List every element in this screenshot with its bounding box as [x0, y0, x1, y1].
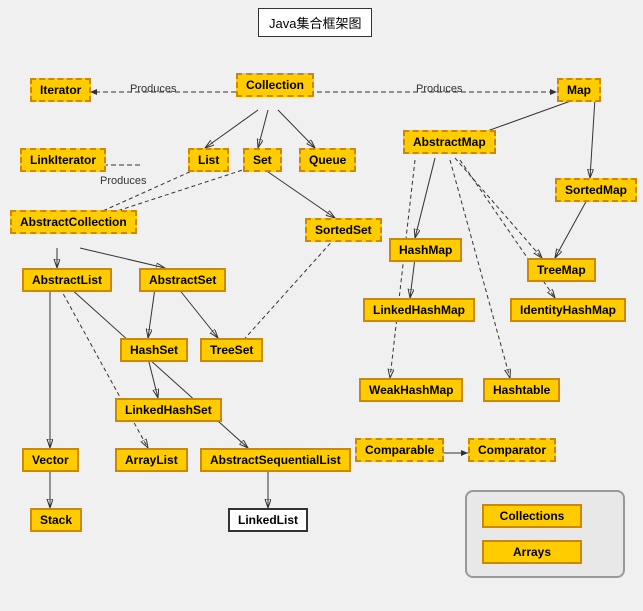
node-arraylist: ArrayList	[115, 448, 188, 472]
diagram-container: Java集合框架图 Produces Produces Produces Ite…	[0, 0, 643, 611]
node-hashset: HashSet	[120, 338, 188, 362]
node-hashtable: Hashtable	[483, 378, 560, 402]
node-collection: Collection	[236, 73, 314, 97]
node-iterator: Iterator	[30, 78, 91, 102]
node-collections: Collections	[482, 504, 582, 528]
node-arrays: Arrays	[482, 540, 582, 564]
node-weakhashmap: WeakHashMap	[359, 378, 463, 402]
node-abstractcollection: AbstractCollection	[10, 210, 137, 234]
node-treeset: TreeSet	[200, 338, 263, 362]
node-set: Set	[243, 148, 282, 172]
node-comparator: Comparator	[468, 438, 556, 462]
node-abstractlist: AbstractList	[22, 268, 112, 292]
node-linkedlist: LinkedList	[228, 508, 308, 532]
node-linkiterator: LinkIterator	[20, 148, 106, 172]
node-list: List	[188, 148, 229, 172]
legend-box: Collections Arrays	[465, 490, 625, 578]
node-treemap: TreeMap	[527, 258, 596, 282]
node-queue: Queue	[299, 148, 356, 172]
node-stack: Stack	[30, 508, 82, 532]
node-abstractset: AbstractSet	[139, 268, 226, 292]
node-sortedmap: SortedMap	[555, 178, 637, 202]
produces-label-3: Produces	[100, 175, 146, 187]
node-vector: Vector	[22, 448, 79, 472]
node-sortedset: SortedSet	[305, 218, 382, 242]
produces-label-2: Produces	[416, 83, 462, 95]
node-comparable: Comparable	[355, 438, 444, 462]
node-hashmap: HashMap	[389, 238, 462, 262]
node-linkedhashset: LinkedHashSet	[115, 398, 222, 422]
node-abstractsequentiallist: AbstractSequentialList	[200, 448, 351, 472]
node-map: Map	[557, 78, 601, 102]
title-text: Java集合框架图	[269, 16, 361, 31]
node-identityhashmap: IdentityHashMap	[510, 298, 626, 322]
produces-label-1: Produces	[130, 83, 176, 95]
node-linkedhashmap: LinkedHashMap	[363, 298, 475, 322]
title-box: Java集合框架图	[258, 8, 372, 37]
node-abstractmap: AbstractMap	[403, 130, 496, 154]
